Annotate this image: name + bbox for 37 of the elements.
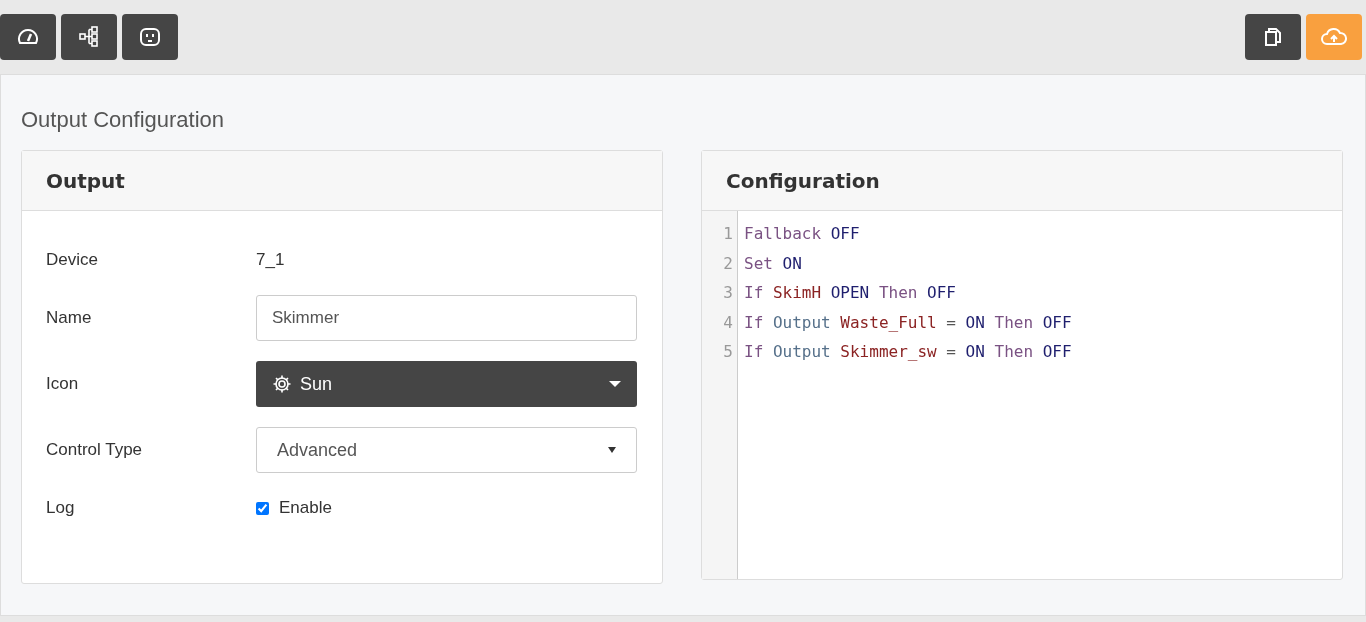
toolbar-button[interactable] — [122, 14, 178, 60]
toolbar-button[interactable] — [0, 14, 56, 60]
code-line: Set ON — [744, 252, 803, 275]
field-label: Control Type — [46, 439, 144, 462]
line-number: 2 — [723, 252, 733, 275]
code-editor[interactable]: 1 2 3 4 5 Fallback OFF Set ON If SkimH OPEN Then OFF If Output Waste_Full = ON Then OFF If Output Skimmer_sw = ON Then OFF — [702, 211, 1342, 579]
field-label: Icon — [46, 373, 80, 396]
icon-dropdown[interactable]: Sun — [256, 361, 637, 407]
gear-icon — [272, 374, 292, 394]
panel-title: Configuration — [726, 167, 880, 195]
device-value: 7_1 — [256, 249, 285, 272]
line-number: 3 — [723, 282, 733, 304]
panel-title: Output — [46, 167, 125, 195]
field-label: Log — [46, 497, 76, 520]
caret-icon — [608, 447, 616, 453]
hierarchy-icon — [79, 26, 99, 48]
field-label: Device — [46, 249, 99, 272]
toolbar-button[interactable] — [1245, 14, 1301, 60]
gauge-icon — [17, 28, 39, 46]
copy-icon — [1264, 27, 1282, 47]
cloud-upload-icon — [1321, 27, 1347, 47]
checkbox-label: Enable — [279, 497, 332, 520]
code-line: If SkimH OPEN Then OFF — [744, 282, 957, 304]
code-line: If Output Waste_Full = ON Then OFF — [744, 311, 1072, 334]
control-type-dropdown[interactable]: Advanced — [256, 427, 637, 473]
power-outlet-icon — [139, 27, 161, 47]
page-title: Output Configuration — [21, 106, 226, 134]
code-line: If Output Skimmer_sw = ON Then OFF — [744, 341, 1072, 363]
toolbar-button[interactable] — [61, 14, 117, 60]
code-line: Fallback OFF — [744, 223, 861, 245]
field-label: Name — [46, 307, 93, 330]
name-field[interactable]: Skimmer — [256, 295, 637, 341]
caret-icon — [609, 381, 621, 387]
line-number: 5 — [723, 341, 733, 363]
line-number: 1 — [723, 223, 733, 245]
checkbox[interactable] — [256, 501, 269, 515]
line-number: 4 — [723, 311, 733, 334]
